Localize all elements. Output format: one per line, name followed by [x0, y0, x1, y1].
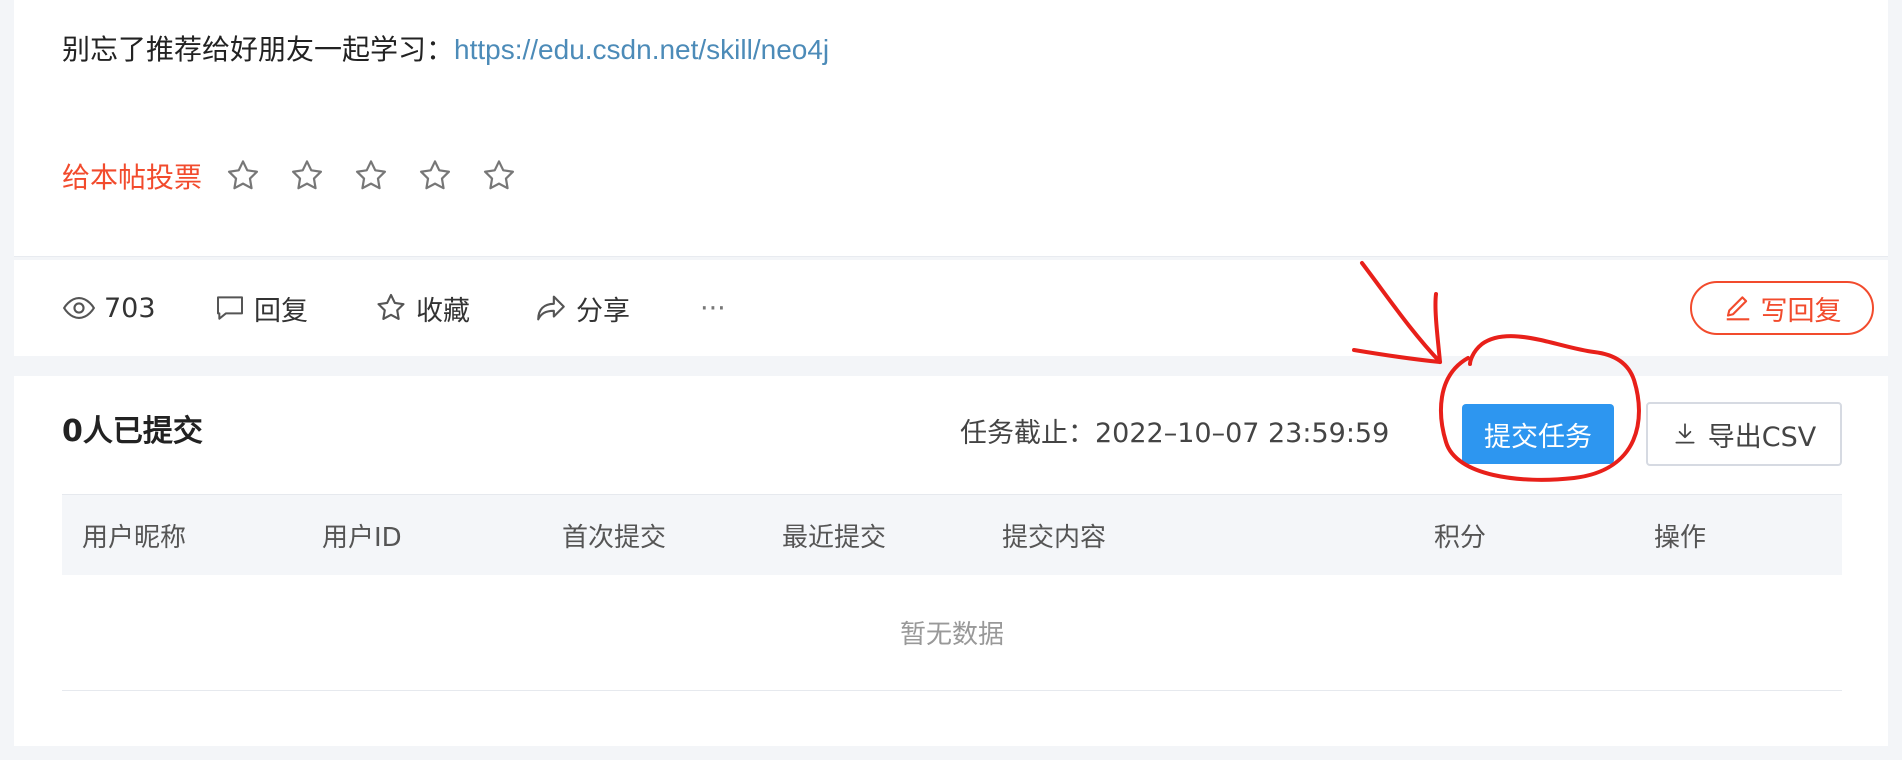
- reply-label: 回复: [254, 295, 308, 327]
- eye-icon: [62, 297, 96, 319]
- table-empty-state: 暂无数据: [62, 574, 1842, 691]
- star-icon[interactable]: [352, 157, 390, 195]
- pencil-icon: [1726, 296, 1749, 321]
- task-card: 0人已提交 任务截止：2022–10–07 23:59:59 提交任务 导出CS…: [14, 376, 1888, 746]
- export-csv-label: 导出CSV: [1707, 421, 1817, 453]
- download-icon: [1675, 423, 1695, 444]
- more-button[interactable]: ···: [700, 288, 726, 328]
- star-icon[interactable]: [288, 157, 326, 195]
- share-icon: [537, 295, 565, 321]
- star-icon[interactable]: [416, 157, 454, 195]
- share-label: 分享: [576, 295, 630, 327]
- post-content-card: 别忘了推荐给好朋友一起学习：https://edu.csdn.net/skill…: [14, 0, 1888, 257]
- column-header-content: 提交内容: [1002, 523, 1107, 553]
- column-header-user-id: 用户ID: [322, 523, 402, 553]
- vote-label: 给本帖投票: [62, 161, 203, 194]
- vote-row: 给本帖投票: [62, 154, 544, 198]
- write-reply-label: 写回复: [1760, 295, 1842, 327]
- favorite-button[interactable]: 收藏: [374, 288, 470, 328]
- column-header-nickname: 用户昵称: [82, 523, 187, 553]
- views-count: 703: [62, 288, 156, 328]
- share-button[interactable]: 分享: [534, 288, 630, 328]
- recommend-link[interactable]: https://edu.csdn.net/skill/neo4j: [454, 34, 829, 65]
- more-icon: ···: [700, 292, 726, 324]
- favorite-label: 收藏: [416, 295, 470, 327]
- column-header-points: 积分: [1434, 523, 1487, 553]
- views-count-label: 703: [104, 292, 156, 324]
- write-reply-button[interactable]: 写回复: [1690, 281, 1874, 335]
- column-header-actions: 操作: [1654, 523, 1707, 553]
- submit-task-button[interactable]: 提交任务: [1462, 404, 1614, 464]
- star-icon[interactable]: [480, 157, 518, 195]
- export-csv-button[interactable]: 导出CSV: [1646, 402, 1842, 466]
- submitted-count: 0人已提交: [62, 414, 203, 449]
- task-deadline: 任务截止：2022–10–07 23:59:59: [960, 418, 1390, 449]
- column-header-first-submit: 首次提交: [562, 523, 667, 553]
- post-action-bar: 703 回复 收藏 分享 ··· 写回复: [14, 260, 1888, 356]
- column-header-last-submit: 最近提交: [782, 523, 887, 553]
- submissions-table-header: 用户昵称 用户ID 首次提交 最近提交 提交内容 积分 操作: [62, 494, 1842, 575]
- recommend-text: 别忘了推荐给好朋友一起学习：: [62, 33, 455, 66]
- star-icon: [377, 293, 405, 320]
- reply-button[interactable]: 回复: [214, 288, 308, 328]
- recommend-line: 别忘了推荐给好朋友一起学习：https://edu.csdn.net/skill…: [62, 30, 829, 70]
- comment-icon: [217, 296, 243, 320]
- star-icon[interactable]: [224, 157, 262, 195]
